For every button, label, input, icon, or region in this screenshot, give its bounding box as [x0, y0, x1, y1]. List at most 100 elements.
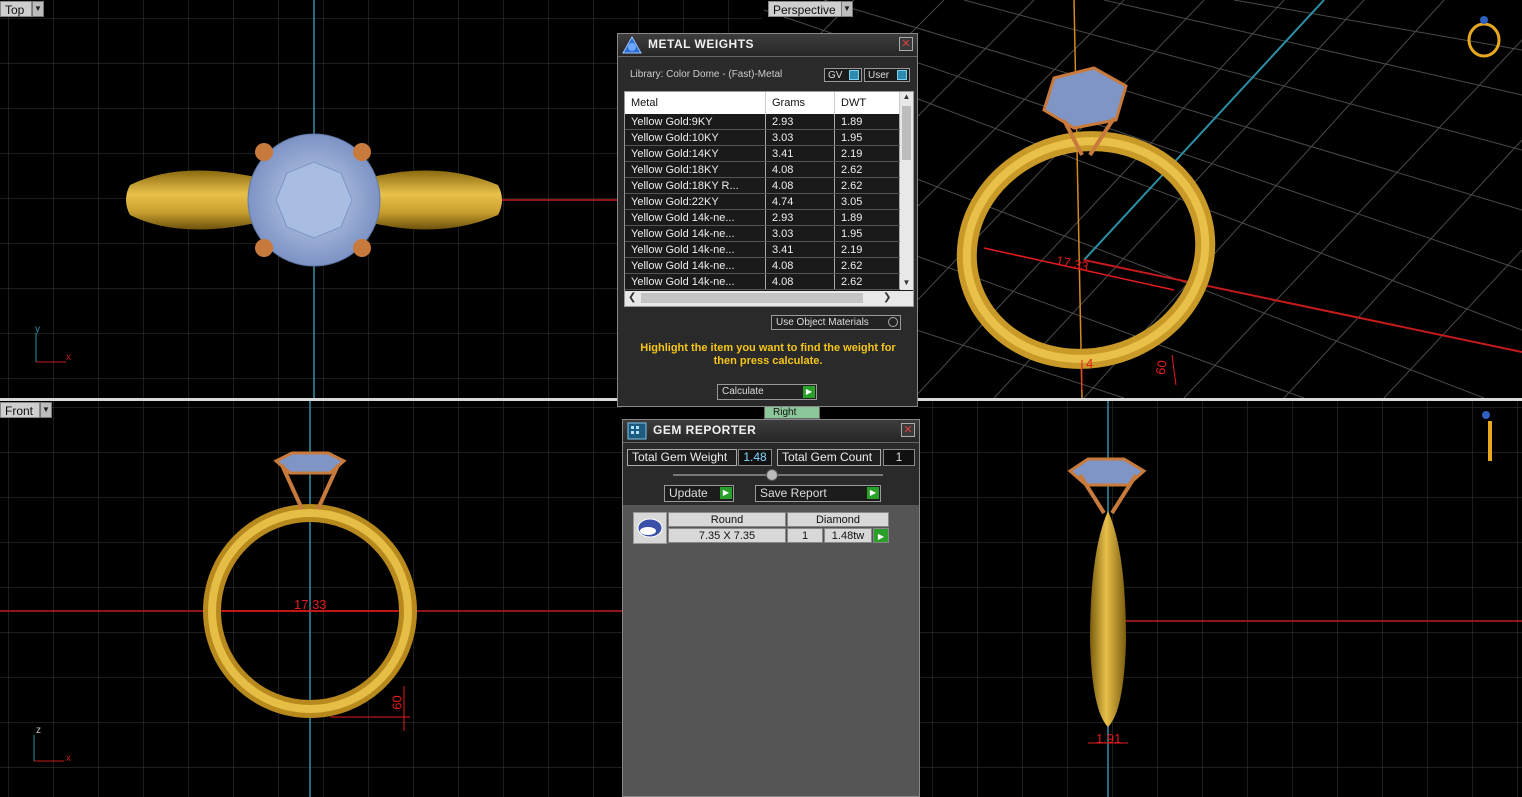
- table-cell: Yellow Gold:18KY R...: [625, 177, 766, 194]
- gv-toggle[interactable]: GV: [824, 68, 862, 82]
- axis-z-label: z: [36, 725, 41, 736]
- metal-weights-table: MetalGramsDWTSPG Yellow Gold:9KY2.931.89…: [625, 92, 913, 290]
- scroll-left-icon[interactable]: ❮: [628, 292, 636, 303]
- table-row[interactable]: Yellow Gold:22KY4.743.0517.89: [625, 193, 913, 210]
- column-header-metal[interactable]: Metal: [625, 92, 766, 114]
- front-viewport[interactable]: Front ▼ 17.33 60 x z: [0, 401, 622, 797]
- table-cell: 1.95: [834, 129, 900, 146]
- scroll-thumb[interactable]: [902, 106, 911, 160]
- user-toggle-label: User: [868, 70, 890, 81]
- table-cell: Yellow Gold 14k-ne...: [625, 241, 766, 258]
- right-viewport-tab[interactable]: Right: [764, 406, 820, 419]
- horizontal-scrollbar[interactable]: ❮ ❯: [625, 291, 913, 306]
- band-dimension-b: 60: [1152, 359, 1170, 376]
- column-header-grams[interactable]: Grams: [765, 92, 835, 114]
- table-cell: 1.89: [834, 209, 900, 226]
- gem-thumbnail: [633, 512, 667, 544]
- table-row[interactable]: Yellow Gold 14k-ne...3.031.9511.45: [625, 225, 913, 242]
- table-cell: Yellow Gold 14k-ne...: [625, 225, 766, 242]
- column-header-dwt[interactable]: DWT: [834, 92, 900, 114]
- table-row[interactable]: Yellow Gold:10KY3.031.9511.45: [625, 129, 913, 146]
- band-dimension-a: 4: [1086, 356, 1094, 371]
- calculate-label: Calculate: [722, 386, 764, 397]
- splitter-handle[interactable]: [673, 474, 883, 476]
- table-cell: 4.08: [765, 161, 835, 178]
- toggle-indicator-icon: [849, 70, 859, 80]
- metal-weights-panel: METAL WEIGHTS ✕ Library: Color Dome - (F…: [617, 33, 918, 407]
- update-label: Update: [669, 486, 708, 500]
- scroll-up-icon[interactable]: ▲: [900, 92, 913, 104]
- right-viewport-canvas[interactable]: [918, 401, 1522, 797]
- chevron-down-icon[interactable]: ▼: [841, 1, 853, 17]
- table-cell: 2.19: [834, 145, 900, 162]
- play-icon: ▶: [867, 487, 879, 499]
- right-viewport[interactable]: Right 1.91: [918, 401, 1522, 797]
- gem-select-button[interactable]: ▶: [873, 528, 889, 543]
- axis-x-label: x: [66, 753, 71, 764]
- gem-shape-cell: Round: [668, 512, 786, 527]
- vertical-scrollbar[interactable]: ▲ ▼: [900, 92, 913, 290]
- table-cell: 2.62: [834, 273, 900, 290]
- library-label: Library: Color Dome - (Fast)-Metal: [630, 69, 783, 80]
- gem-reporter-title: GEM REPORTER: [653, 423, 757, 437]
- play-icon: ▶: [720, 487, 732, 499]
- band-width-dimension: 1.91: [1096, 731, 1122, 746]
- scroll-down-icon[interactable]: ▼: [900, 278, 913, 290]
- splitter-knob-icon[interactable]: [766, 469, 778, 481]
- toggle-indicator-icon: [897, 70, 907, 80]
- chevron-down-icon[interactable]: ▼: [40, 402, 52, 418]
- table-cell: Yellow Gold:22KY: [625, 193, 766, 210]
- metal-weights-titlebar[interactable]: METAL WEIGHTS ✕: [618, 34, 917, 57]
- gem-size-cell: 7.35 X 7.35: [668, 528, 786, 543]
- front-viewport-label[interactable]: Front: [0, 402, 40, 418]
- gem-weight-cell: 1.48tw: [824, 528, 872, 543]
- table-row[interactable]: Yellow Gold 14k-ne...4.082.6215.41: [625, 273, 913, 290]
- metal-table-container[interactable]: MetalGramsDWTSPG Yellow Gold:9KY2.931.89…: [624, 91, 914, 307]
- instruction-text: Highlight the item you want to find the …: [640, 342, 896, 367]
- total-gem-weight-label: Total Gem Weight: [627, 449, 737, 466]
- calculate-button[interactable]: Calculate ▶: [717, 384, 817, 400]
- view-cube-ring-icon[interactable]: [1464, 12, 1504, 62]
- close-icon[interactable]: ✕: [899, 37, 913, 51]
- close-icon[interactable]: ✕: [901, 423, 915, 437]
- scroll-right-icon[interactable]: ❯: [883, 292, 891, 303]
- top-viewport-label[interactable]: Top: [0, 1, 32, 17]
- gem-reporter-icon: [627, 422, 647, 440]
- chevron-down-icon[interactable]: ▼: [32, 1, 44, 17]
- total-gem-count-label: Total Gem Count: [777, 449, 881, 466]
- table-cell: Yellow Gold:14KY: [625, 145, 766, 162]
- user-toggle[interactable]: User: [864, 68, 910, 82]
- scroll-thumb-horizontal[interactable]: [641, 293, 863, 303]
- table-row[interactable]: Yellow Gold:9KY2.931.8911.08: [625, 114, 913, 130]
- gem-reporter-titlebar[interactable]: GEM REPORTER ✕: [623, 420, 919, 443]
- table-cell: 4.08: [765, 177, 835, 194]
- gem-type-cell: Diamond: [787, 512, 889, 527]
- total-gem-weight-value: 1.48: [738, 449, 772, 466]
- table-cell: 2.93: [765, 114, 835, 130]
- total-gem-count-value: 1: [883, 449, 915, 466]
- table-cell: 4.74: [765, 193, 835, 210]
- table-row[interactable]: Yellow Gold 14k-ne...4.082.6215.41: [625, 257, 913, 274]
- table-cell: 3.03: [765, 225, 835, 242]
- table-cell: 2.19: [834, 241, 900, 258]
- metal-weights-icon: [622, 36, 642, 54]
- table-row[interactable]: Yellow Gold:18KY R...4.082.6215.41: [625, 177, 913, 194]
- gem-count-cell: 1: [787, 528, 823, 543]
- use-object-materials-label: Use Object Materials: [776, 317, 869, 328]
- table-cell: 2.93: [765, 209, 835, 226]
- ring-size-dimension: 17.33: [294, 597, 327, 612]
- save-report-button[interactable]: Save Report ▶: [755, 485, 881, 502]
- save-report-label: Save Report: [760, 486, 827, 500]
- axis-x-label: x: [66, 352, 71, 363]
- perspective-viewport-label[interactable]: Perspective: [768, 1, 842, 17]
- table-row[interactable]: Yellow Gold 14k-ne...3.412.1912.88: [625, 241, 913, 258]
- table-cell: Yellow Gold:18KY: [625, 161, 766, 178]
- table-row[interactable]: Yellow Gold:14KY3.412.1912.88: [625, 145, 913, 162]
- use-object-materials-toggle[interactable]: Use Object Materials: [771, 315, 901, 330]
- table-row[interactable]: Yellow Gold:18KY4.082.6215.41: [625, 161, 913, 178]
- table-cell: Yellow Gold:9KY: [625, 114, 766, 130]
- table-cell: 3.41: [765, 145, 835, 162]
- gem-row[interactable]: Round Diamond 7.35 X 7.35 1 1.48tw ▶: [633, 512, 889, 544]
- update-button[interactable]: Update ▶: [664, 485, 734, 502]
- table-row[interactable]: Yellow Gold 14k-ne...2.931.8911.08: [625, 209, 913, 226]
